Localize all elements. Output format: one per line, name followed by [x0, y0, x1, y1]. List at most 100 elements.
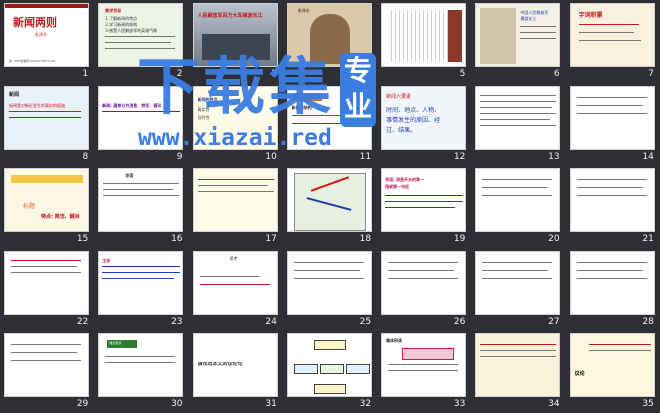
slide-thumbnail[interactable]: 17: [189, 165, 283, 248]
slide-preview[interactable]: 课文研读: [98, 333, 184, 398]
slide-thumbnail[interactable]: 27: [471, 248, 565, 331]
slide-preview[interactable]: 集体研读: [381, 333, 467, 398]
slide-heading: 新闻的结构: [291, 104, 312, 110]
slide-number: 23: [171, 316, 183, 327]
slide-line: 2.学习新闻的结构: [105, 22, 138, 27]
slide-line: 过、结果。: [386, 126, 417, 134]
slide-thumbnail[interactable]: 32: [283, 330, 377, 413]
slide-preview[interactable]: [569, 168, 655, 233]
slide-preview[interactable]: 导语: 消息开头的第一 段或第一句话: [381, 168, 467, 233]
slide-preview[interactable]: [475, 250, 561, 315]
slide-preview[interactable]: [286, 250, 372, 315]
slide-number: 15: [76, 234, 89, 245]
slide-thumbnail[interactable]: 集体研读 33: [377, 330, 471, 413]
slide-preview[interactable]: 新闻的结构: [286, 85, 372, 150]
slide-thumbnail[interactable]: 导语 16: [94, 165, 188, 248]
slide-thumbnail[interactable]: 标题 特点: 简洁、醒目 15: [0, 165, 94, 248]
slide-title: 人民解放军百万大军横渡长江: [197, 13, 263, 19]
slide-preview[interactable]: [381, 3, 467, 67]
slide-heading: 主体: [102, 257, 111, 263]
slide-number: 3: [271, 69, 277, 79]
slide-thumbnail[interactable]: 26: [377, 248, 471, 331]
slide-thumbnail[interactable]: 34: [471, 330, 565, 413]
slide-number: 18: [359, 234, 372, 245]
slide-thumbnail[interactable]: 新闻的特点 真实性 及时性 10: [189, 83, 283, 166]
slide-heading: 教学目标: [105, 8, 122, 13]
slide-preview[interactable]: 议论: [569, 333, 655, 398]
slide-thumbnail[interactable]: 14: [566, 83, 660, 166]
slide-preview[interactable]: [4, 333, 89, 398]
slide-preview[interactable]: 主体: [98, 250, 184, 315]
slide-thumbnail[interactable]: 5: [377, 0, 471, 83]
slide-preview[interactable]: [475, 168, 561, 233]
slide-number: 22: [76, 316, 89, 327]
slide-preview[interactable]: 请找出本文的议论句: [192, 333, 278, 398]
slide-preview[interactable]: 新闻: 通常分为消息、特写、通讯: [98, 85, 184, 150]
slide-number: 25: [359, 316, 372, 327]
slide-thumbnail[interactable]: 21: [566, 165, 660, 248]
slide-number: 26: [453, 316, 466, 327]
slide-preview[interactable]: [286, 168, 372, 233]
slide-thumbnail[interactable]: 22: [0, 248, 94, 331]
slide-preview[interactable]: 思考: [192, 250, 278, 315]
slide-thumbnail[interactable]: 新闻两则 毛泽东 第一PPT模板网-WWW.1PPT.COM 1: [0, 0, 94, 83]
slide-thumbnail[interactable]: 13: [471, 83, 565, 166]
slide-thumbnail[interactable]: 导语: 消息开头的第一 段或第一句话 19: [377, 165, 471, 248]
slide-number: 20: [548, 234, 560, 245]
slide-thumbnail[interactable]: 25: [283, 248, 377, 331]
slide-heading: 思考: [229, 255, 238, 261]
slide-thumbnail[interactable]: 字词积累 7: [566, 0, 660, 83]
slide-line: 3.感受人民解放军的英雄气概: [105, 28, 158, 33]
slide-thumbnail[interactable]: 教学目标 1.了解新闻的特点 2.学习新闻的结构 3.感受人民解放军的英雄气概 …: [94, 0, 188, 83]
slide-preview[interactable]: [4, 250, 89, 315]
slide-preview[interactable]: [286, 333, 372, 398]
slide-preview[interactable]: [569, 85, 655, 150]
slide-thumbnail[interactable]: 20: [471, 165, 565, 248]
slide-thumbnail[interactable]: 新闻: 通常分为消息、特写、通讯 9: [94, 83, 188, 166]
slide-number: 11: [359, 151, 372, 162]
slide-thumbnail[interactable]: 毛泽东 4: [283, 0, 377, 83]
slide-preview[interactable]: 新闻 新闻是对新近发生的事实的报道: [4, 85, 89, 150]
slide-thumbnail[interactable]: 主体 23: [94, 248, 188, 331]
slide-thumbnail[interactable]: 新闻 新闻是对新近发生的事实的报道 8: [0, 83, 94, 166]
slide-preview[interactable]: 毛泽东: [286, 3, 372, 67]
slide-preview[interactable]: 新闻的特点 真实性 及时性: [192, 85, 278, 150]
slide-preview[interactable]: 新闻两则 毛泽东 第一PPT模板网-WWW.1PPT.COM: [4, 3, 89, 67]
slide-heading: 议论: [574, 371, 585, 378]
slide-thumbnail[interactable]: 新闻六要素 时间、地点、人物、 事情发生的原因、经 过、结果。 12: [377, 83, 471, 166]
slide-preview[interactable]: 导语: [98, 168, 184, 233]
slide-preview[interactable]: [475, 333, 561, 398]
slide-thumbnail[interactable]: 28: [566, 248, 660, 331]
slide-caption: 毛泽东: [297, 8, 310, 13]
slide-line: 导语: 消息开头的第一: [385, 177, 425, 183]
slide-sorter-grid: 新闻两则 毛泽东 第一PPT模板网-WWW.1PPT.COM 1 教学目标 1.…: [0, 0, 660, 413]
slide-title: 新闻两则: [13, 16, 57, 29]
slide-number: 14: [642, 151, 654, 162]
slide-thumbnail[interactable]: 中国人民解放军 横渡长江 6: [471, 0, 565, 83]
slide-line: 事情发生的原因、经: [386, 116, 441, 124]
slide-thumbnail[interactable]: 思考 24: [189, 248, 283, 331]
slide-thumbnail[interactable]: 议论 35: [566, 330, 660, 413]
slide-line: 横渡长江: [520, 16, 537, 21]
slide-thumbnail[interactable]: 新闻的结构 11: [283, 83, 377, 166]
slide-number: 16: [171, 234, 183, 245]
slide-number: 24: [265, 316, 277, 327]
slide-number: 32: [359, 399, 372, 410]
slide-number: 6: [553, 69, 560, 79]
slide-preview[interactable]: 标题 特点: 简洁、醒目: [4, 168, 89, 233]
slide-author: 毛泽东: [35, 32, 47, 37]
slide-preview[interactable]: 字词积累: [569, 3, 655, 67]
slide-preview[interactable]: [381, 250, 467, 315]
slide-preview[interactable]: 新闻六要素 时间、地点、人物、 事情发生的原因、经 过、结果。: [381, 85, 467, 150]
slide-thumbnail[interactable]: 29: [0, 330, 94, 413]
slide-preview[interactable]: 人民解放军百万大军横渡长江: [192, 3, 278, 67]
slide-preview[interactable]: [475, 85, 561, 150]
slide-thumbnail[interactable]: 请找出本文的议论句 31: [189, 330, 283, 413]
slide-thumbnail[interactable]: 18: [283, 165, 377, 248]
slide-preview[interactable]: [192, 168, 278, 233]
slide-thumbnail[interactable]: 人民解放军百万大军横渡长江 3: [189, 0, 283, 83]
slide-thumbnail[interactable]: 课文研读 30: [94, 330, 188, 413]
slide-preview[interactable]: 教学目标 1.了解新闻的特点 2.学习新闻的结构 3.感受人民解放军的英雄气概: [98, 3, 184, 67]
slide-preview[interactable]: [569, 250, 655, 315]
slide-preview[interactable]: 中国人民解放军 横渡长江: [475, 3, 561, 67]
